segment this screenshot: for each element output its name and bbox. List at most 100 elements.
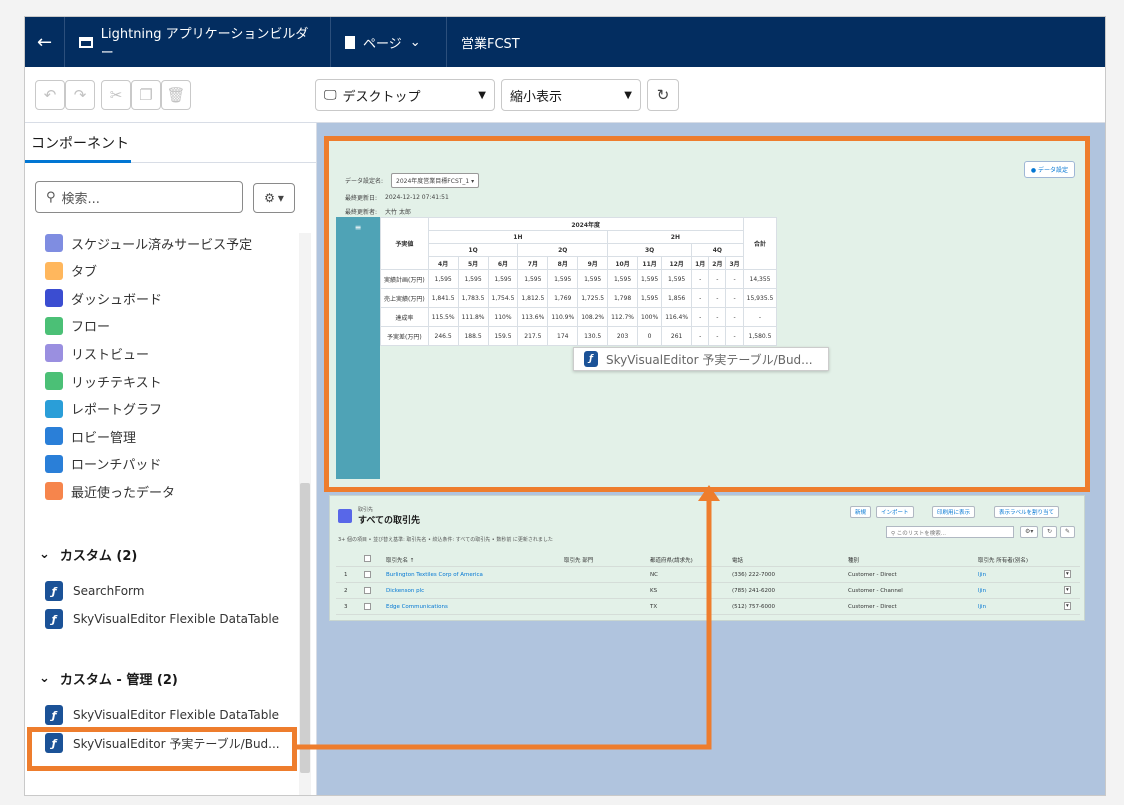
state-cell: TX: [650, 604, 658, 610]
delete-button[interactable]: 🗑: [161, 80, 191, 110]
print-view-button[interactable]: 印刷用に表示: [932, 506, 976, 518]
component-panel: コンポーネント ⚲ 検索... ⚙ ▾ スケジュール済みサービス予定 タブダッシュ…: [25, 123, 317, 795]
tab-active-indicator: [25, 160, 131, 163]
copy-icon: ❐: [139, 86, 153, 104]
row-action-button[interactable]: ▾: [1064, 602, 1071, 610]
settings-dropdown-button[interactable]: ⚙ ▾: [253, 183, 295, 213]
redo-button[interactable]: ↷: [65, 80, 95, 110]
custom-component-item[interactable]: ƒ SearchForm: [45, 581, 144, 601]
dragged-component-highlight: [27, 727, 297, 771]
section-custom[interactable]: ⌄ カスタム (2): [39, 545, 137, 564]
component-item-label: ロビー管理: [71, 430, 137, 446]
column-header[interactable]: 取引先名 ↑: [386, 556, 414, 564]
account-name-link[interactable]: Edge Communications: [386, 604, 448, 610]
row-number: 3: [344, 604, 348, 610]
section-managed-title: カスタム - 管理 (2): [59, 673, 178, 688]
listview-title-block: 取引先 すべての取引先: [358, 506, 420, 526]
account-name-link[interactable]: Burlington Textiles Corp of America: [386, 572, 483, 578]
device-select[interactable]: 🖵 デスクトップ ▼: [315, 79, 495, 111]
component-item-label: フロー: [71, 320, 111, 336]
type-cell: Customer - Direct: [848, 604, 897, 610]
component-item[interactable]: ローンチパッド: [45, 454, 161, 474]
list-settings-button[interactable]: ⚙▾: [1020, 526, 1039, 538]
component-item[interactable]: リッチテキスト: [45, 371, 162, 391]
column-header[interactable]: 取引先 部門: [564, 556, 593, 564]
view-select[interactable]: 縮小表示 ▼: [501, 79, 641, 111]
column-header[interactable]: 電話: [732, 556, 743, 564]
component-icon: [45, 316, 63, 335]
owner-link[interactable]: ljin: [978, 588, 986, 594]
builder-title-text: Lightning アプリケーションビルダー: [100, 27, 309, 61]
refresh-button[interactable]: ↻: [647, 79, 679, 111]
cut-button[interactable]: ✂: [101, 80, 131, 110]
component-search-input[interactable]: ⚲ 検索...: [35, 181, 243, 213]
account-name-link[interactable]: Dickenson plc: [386, 588, 424, 594]
page-menu[interactable]: ページ ⌄: [331, 17, 447, 67]
phone-cell: (512) 757-6000: [732, 604, 776, 610]
custom-component-label: SearchForm: [73, 584, 145, 598]
component-item[interactable]: ロビー管理: [45, 426, 136, 446]
state-cell: KS: [650, 588, 658, 594]
refresh-icon: ↻: [1047, 528, 1053, 535]
trash-icon: 🗑: [166, 86, 186, 104]
component-list: スケジュール済みサービス予定 タブダッシュボード フローリストビューリッチテキストレ…: [25, 233, 307, 795]
component-list-scrollbar[interactable]: [299, 233, 311, 795]
back-button[interactable]: ←: [25, 17, 65, 67]
gear-icon: ⚙: [264, 191, 275, 205]
page-menu-label: ページ: [363, 36, 402, 52]
component-item[interactable]: レポートグラフ: [45, 399, 162, 419]
new-button[interactable]: 新規: [850, 506, 872, 518]
component-item[interactable]: 最近使ったデータ: [45, 481, 175, 501]
caret-down-icon: ▼: [478, 89, 486, 101]
component-icon: [45, 234, 63, 252]
list-refresh-button[interactable]: ↻: [1042, 526, 1058, 538]
component-item-label: ダッシュボード: [71, 292, 163, 308]
arrow-left-icon: ←: [36, 31, 53, 53]
list-edit-button[interactable]: ✎: [1060, 526, 1076, 538]
assign-label-button[interactable]: 表示ラベルを割り当て: [994, 506, 1060, 518]
undo-button[interactable]: ↶: [35, 80, 65, 110]
row-checkbox[interactable]: [364, 587, 371, 594]
accounts-icon: [338, 509, 352, 523]
section-managed[interactable]: ⌄ カスタム - 管理 (2): [39, 669, 178, 688]
app-builder-window: ← Lightning アプリケーションビルダー ページ ⌄ 営業FCST ↶ …: [24, 16, 1106, 796]
tab-components[interactable]: コンポーネント: [25, 123, 317, 163]
type-cell: Customer - Channel: [848, 588, 903, 594]
component-selection-highlight: [324, 136, 1090, 492]
component-item-label: スケジュール済みサービス予定: [71, 237, 253, 253]
component-item[interactable]: スケジュール済みサービス予定: [45, 233, 252, 253]
component-item-label: タブ: [71, 265, 98, 281]
copy-button[interactable]: ❐: [131, 80, 161, 110]
managed-component-label: SkyVisualEditor Flexible DataTable: [73, 708, 280, 722]
custom-component-item[interactable]: ƒ SkyVisualEditor Flexible DataTable: [45, 609, 279, 629]
component-item[interactable]: タブ: [45, 261, 97, 281]
import-button[interactable]: インポート: [876, 506, 914, 518]
component-item[interactable]: フロー: [45, 316, 110, 336]
row-action-button[interactable]: ▾: [1064, 586, 1071, 594]
row-checkbox[interactable]: [364, 603, 371, 610]
scrollbar-thumb[interactable]: [300, 483, 310, 773]
owner-link[interactable]: ljin: [978, 572, 986, 578]
component-item-label: リッチテキスト: [71, 375, 162, 391]
cut-icon: ✂: [109, 86, 123, 104]
monitor-icon: 🖵: [324, 87, 337, 103]
component-item[interactable]: リストビュー: [45, 343, 149, 363]
listview-component[interactable]: 取引先 すべての取引先 3+ 個の項目 • 並び替え基準: 取引先名 • 絞込条…: [329, 495, 1085, 621]
component-item[interactable]: ダッシュボード: [45, 288, 162, 308]
select-all-checkbox[interactable]: [364, 555, 371, 562]
row-action-button[interactable]: ▾: [1064, 570, 1071, 578]
list-search-input[interactable]: ⚲ このリストを検索...: [886, 526, 1014, 538]
gear-icon: ⚙▾: [1025, 528, 1034, 535]
managed-component-item[interactable]: ƒ SkyVisualEditor Flexible DataTable: [45, 705, 279, 725]
column-header[interactable]: 都道府県(請求先): [650, 556, 693, 564]
column-header[interactable]: 取引先 所有者(別名): [978, 556, 1028, 564]
row-checkbox[interactable]: [364, 571, 371, 578]
chevron-down-icon: ⌄: [39, 547, 50, 562]
page-name-text: 営業FCST: [461, 36, 520, 52]
view-select-value: 縮小表示: [510, 89, 563, 105]
column-header[interactable]: 種別: [848, 556, 859, 564]
owner-link[interactable]: ljin: [978, 604, 986, 610]
listview-info: 3+ 個の項目 • 並び替え基準: 取引先名 • 絞込条件: すべての取引先 •…: [338, 537, 553, 543]
chevron-down-icon: ⌄: [409, 34, 421, 50]
row-number: 1: [344, 572, 348, 578]
